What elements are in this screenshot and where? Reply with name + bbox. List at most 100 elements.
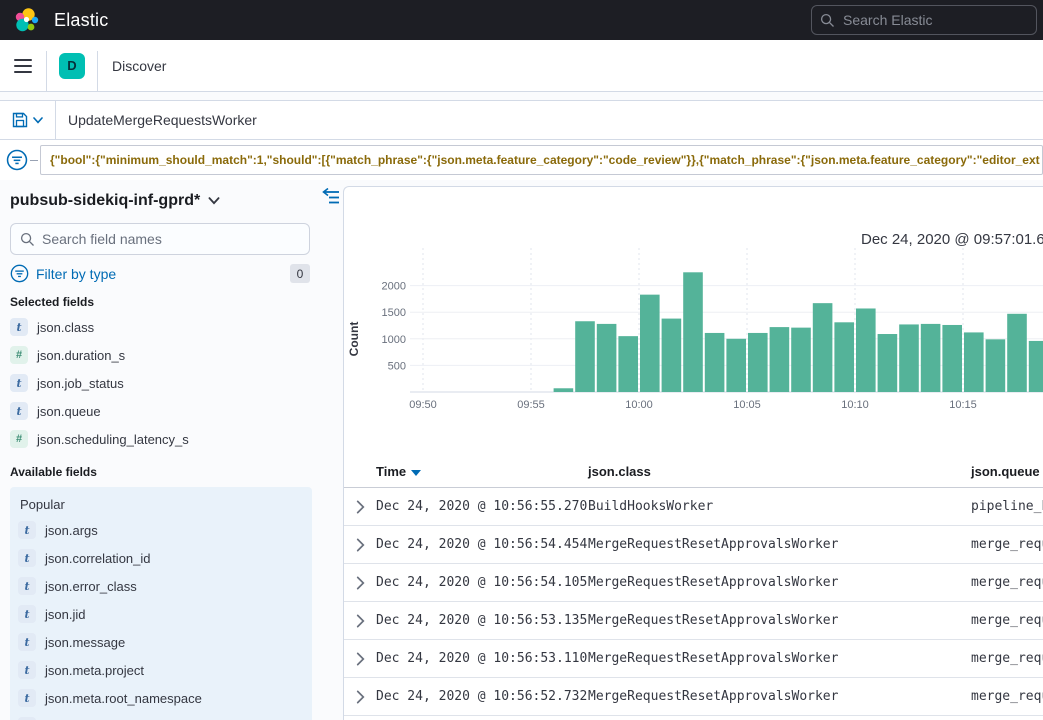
- column-header-json-class[interactable]: json.class: [588, 464, 971, 479]
- filter-count-badge: 0: [290, 264, 310, 283]
- field-type-icon: t: [18, 577, 36, 595]
- field-name: json.scheduling_latency_s: [37, 432, 189, 447]
- histogram-chart[interactable]: 50010001500200009:5009:5510:0010:0510:10…: [344, 243, 1043, 425]
- field-type-icon: t: [18, 521, 36, 539]
- field-name: json.meta.root_namespace: [45, 691, 202, 706]
- field-item[interactable]: t json.meta.user: [18, 712, 312, 720]
- expand-row-button[interactable]: [344, 602, 376, 639]
- expand-row-button[interactable]: [344, 526, 376, 563]
- filter-bar: {"bool":{"minimum_should_match":1,"shoul…: [0, 140, 1043, 180]
- elastic-logo[interactable]: [14, 7, 40, 33]
- field-name: json.meta.project: [45, 663, 144, 678]
- field-item[interactable]: # json.scheduling_latency_s: [10, 425, 320, 453]
- chevron-down-icon: [208, 197, 220, 205]
- fields-sidebar: pubsub-sidekiq-inf-gprd* Search field na…: [0, 180, 320, 720]
- global-search-placeholder: Search Elastic: [843, 12, 932, 28]
- discover-app-badge: D: [59, 53, 85, 79]
- field-item[interactable]: t json.queue: [10, 397, 320, 425]
- save-icon: [12, 112, 28, 128]
- selected-fields-list: t json.class # json.duration_s t json.jo…: [10, 313, 320, 453]
- query-input[interactable]: UpdateMergeRequestsWorker: [68, 112, 257, 128]
- filter-set-icon[interactable]: [6, 149, 28, 171]
- saved-query-menu-button[interactable]: [0, 101, 56, 139]
- field-type-icon: t: [18, 605, 36, 623]
- field-item[interactable]: t json.class: [10, 313, 320, 341]
- field-item[interactable]: t json.meta.root_namespace: [18, 684, 312, 712]
- menu-button[interactable]: [0, 40, 46, 91]
- field-search-input[interactable]: Search field names: [10, 223, 310, 255]
- cell-time: Dec 24, 2020 @ 10:56:54.105: [376, 575, 588, 590]
- table-row: Dec 24, 2020 @ 10:56:53.135 MergeRequest…: [344, 602, 1043, 640]
- field-type-icon: t: [18, 689, 36, 707]
- cell-json-class: MergeRequestResetApprovalsWorker: [588, 613, 971, 628]
- selected-fields-heading: Selected fields: [10, 295, 320, 309]
- expand-row-button[interactable]: [344, 564, 376, 601]
- field-type-icon: t: [10, 374, 28, 392]
- chevron-right-icon: [356, 690, 365, 704]
- chevron-right-icon: [356, 614, 365, 628]
- column-header-json-queue[interactable]: json.queue: [971, 464, 1043, 479]
- expand-row-button[interactable]: [344, 488, 376, 525]
- documents-table: Time json.class json.queue: [344, 456, 1043, 716]
- field-item[interactable]: t json.error_class: [18, 572, 312, 600]
- field-item[interactable]: t json.message: [18, 628, 312, 656]
- index-pattern-switcher[interactable]: pubsub-sidekiq-inf-gprd*: [10, 192, 320, 210]
- breadcrumb[interactable]: Discover: [112, 58, 166, 74]
- field-name: json.message: [45, 635, 125, 650]
- column-header-time[interactable]: Time: [376, 464, 588, 479]
- field-type-icon: t: [18, 661, 36, 679]
- field-name: json.jid: [45, 607, 85, 622]
- field-type-icon: #: [10, 430, 28, 448]
- collapse-column: [320, 180, 343, 720]
- field-type-icon: t: [10, 402, 28, 420]
- cell-json-queue: pipeline_ho: [971, 499, 1043, 514]
- expand-row-button[interactable]: [344, 678, 376, 715]
- field-item[interactable]: t json.jid: [18, 600, 312, 628]
- field-item[interactable]: t json.args: [18, 516, 312, 544]
- divider: [30, 160, 38, 161]
- svg-text:10:15: 10:15: [949, 399, 977, 411]
- sort-desc-icon: [411, 470, 421, 476]
- field-item[interactable]: t json.meta.project: [18, 656, 312, 684]
- collapse-sidebar-icon[interactable]: [322, 188, 340, 204]
- table-row: Dec 24, 2020 @ 10:56:53.110 MergeRequest…: [344, 640, 1043, 678]
- query-bar: UpdateMergeRequestsWorker: [0, 100, 1043, 140]
- field-item[interactable]: # json.duration_s: [10, 341, 320, 369]
- field-name: json.class: [37, 320, 94, 335]
- table-row: Dec 24, 2020 @ 10:56:52.732 MergeRequest…: [344, 678, 1043, 716]
- field-name: json.args: [45, 523, 98, 538]
- cell-time: Dec 24, 2020 @ 10:56:53.135: [376, 613, 588, 628]
- svg-text:2000: 2000: [382, 281, 406, 293]
- field-name: json.correlation_id: [45, 551, 151, 566]
- popular-heading: Popular: [20, 497, 312, 512]
- hamburger-icon: [14, 59, 32, 73]
- available-fields-heading: Available fields: [10, 465, 320, 479]
- filter-query-text: {"bool":{"minimum_should_match":1,"shoul…: [50, 153, 1040, 167]
- field-item[interactable]: t json.job_status: [10, 369, 320, 397]
- field-search-placeholder: Search field names: [42, 231, 162, 247]
- cell-json-class: MergeRequestResetApprovalsWorker: [588, 537, 971, 552]
- discover-main: Dec 24, 2020 @ 09:57:01.67 5001000150020…: [343, 186, 1043, 720]
- svg-text:10:10: 10:10: [841, 399, 869, 411]
- svg-text:1000: 1000: [382, 334, 406, 346]
- field-type-icon: t: [10, 318, 28, 336]
- results-panel: Dec 24, 2020 @ 09:57:01.67 5001000150020…: [343, 186, 1043, 720]
- svg-text:10:00: 10:00: [625, 399, 653, 411]
- global-search-input[interactable]: Search Elastic: [811, 5, 1037, 35]
- filter-by-type-link[interactable]: Filter by type: [36, 266, 116, 282]
- chevron-right-icon: [356, 576, 365, 590]
- cell-time: Dec 24, 2020 @ 10:56:53.110: [376, 651, 588, 666]
- table-row: Dec 24, 2020 @ 10:56:54.105 MergeRequest…: [344, 564, 1043, 602]
- search-icon: [20, 232, 35, 247]
- index-pattern-title: pubsub-sidekiq-inf-gprd*: [10, 192, 200, 210]
- cell-json-queue: merge_reque: [971, 613, 1043, 628]
- expand-row-button[interactable]: [344, 640, 376, 677]
- search-icon: [820, 13, 835, 28]
- cell-json-queue: merge_reque: [971, 575, 1043, 590]
- filter-pill[interactable]: {"bool":{"minimum_should_match":1,"shoul…: [40, 145, 1043, 175]
- field-name: json.error_class: [45, 579, 137, 594]
- field-type-icon: t: [18, 633, 36, 651]
- field-item[interactable]: t json.correlation_id: [18, 544, 312, 572]
- nav-bar: D Discover: [0, 40, 1043, 92]
- cell-json-class: MergeRequestResetApprovalsWorker: [588, 651, 971, 666]
